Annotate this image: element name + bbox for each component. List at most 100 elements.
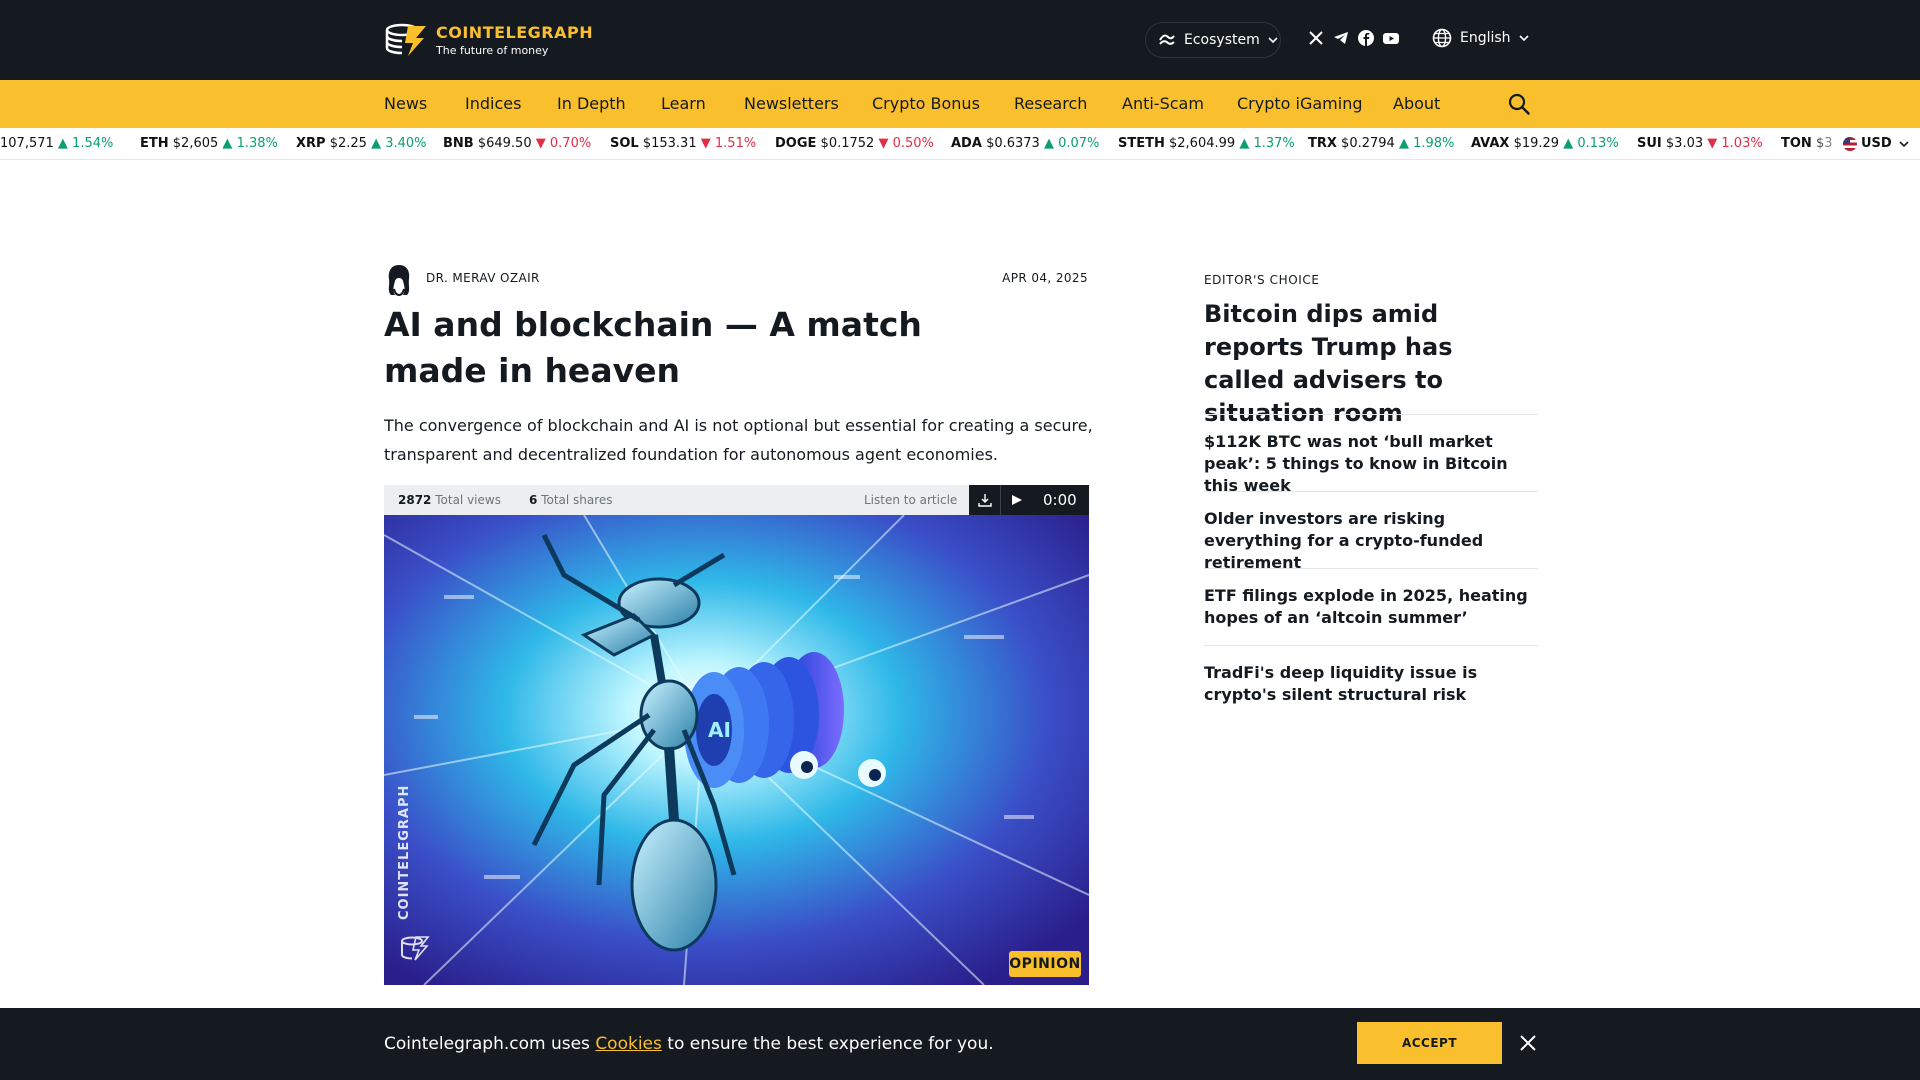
hero-illustration: AI COINTELEGRAPH: [384, 515, 1089, 985]
nav-item-learn[interactable]: Learn: [661, 94, 706, 113]
nav-item-news[interactable]: News: [384, 94, 427, 113]
ticker-symbol: BNB: [443, 136, 474, 151]
ecosystem-icon: [1159, 34, 1175, 45]
ticker-change: ▲ 3.40%: [371, 136, 427, 151]
telegram-icon[interactable]: [1333, 30, 1349, 46]
list-item[interactable]: Older investors are risking everything f…: [1204, 491, 1538, 572]
ticker-item-btc[interactable]: 107,571 ▲ 1.54%: [0, 136, 113, 151]
ticker-change: ▲ 1.38%: [222, 136, 278, 151]
x-icon[interactable]: [1308, 30, 1324, 46]
opinion-badge[interactable]: OPINION: [1009, 951, 1081, 977]
ticker-price: $153.31: [642, 136, 697, 151]
top-header: COINTELEGRAPH The future of money Ecosys…: [0, 0, 1920, 80]
ticker-item-doge[interactable]: DOGE $0.1752 ▼ 0.50%: [775, 136, 934, 151]
ticker-price: 107,571: [0, 136, 54, 151]
ticker-item-ada[interactable]: ADA $0.6373 ▲ 0.07%: [951, 136, 1099, 151]
editors-choice-list: $112K BTC was not ‘bull market peak’: 5 …: [1204, 414, 1538, 722]
price-ticker: 107,571 ▲ 1.54% ETH $2,605 ▲ 1.38% XRP $…: [0, 128, 1920, 160]
list-item[interactable]: $112K BTC was not ‘bull market peak’: 5 …: [1204, 414, 1538, 495]
article-stats-bar: 2872 Total views 6 Total shares Listen t…: [384, 485, 1089, 515]
nav-item-about[interactable]: About: [1393, 94, 1440, 113]
close-icon[interactable]: [1518, 1033, 1538, 1053]
ticker-symbol: SUI: [1637, 136, 1662, 151]
ticker-change: ▲ 1.98%: [1398, 136, 1455, 151]
nav-item-anti-scam[interactable]: Anti-Scam: [1122, 94, 1204, 113]
ticker-change: ▲ 1.37%: [1239, 136, 1295, 151]
ticker-price: $2,604.99: [1169, 136, 1236, 151]
chevron-down-icon: [1518, 35, 1529, 42]
language-label: English: [1460, 30, 1511, 46]
ecosystem-label: Ecosystem: [1184, 32, 1260, 48]
ticker-price: $649.50: [477, 136, 532, 151]
nav-item-crypto-bonus[interactable]: Crypto Bonus: [872, 94, 980, 113]
ticker-change: ▼ 1.03%: [1707, 136, 1763, 151]
cookies-link[interactable]: Cookies: [595, 1034, 662, 1054]
nav-item-newsletters[interactable]: Newsletters: [744, 94, 839, 113]
ticker-symbol: XRP: [296, 136, 326, 151]
nav-item-in-depth[interactable]: In Depth: [557, 94, 626, 113]
ticker-change: ▼ 0.50%: [878, 136, 934, 151]
ticker-price: $19.29: [1513, 136, 1560, 151]
currency-selector[interactable]: USD: [1843, 128, 1920, 159]
logo-tagline: The future of money: [436, 44, 549, 57]
play-icon[interactable]: [1001, 485, 1033, 515]
cointelegraph-logo-icon: [385, 23, 426, 56]
ticker-change: ▲ 1.54%: [57, 136, 114, 151]
ticker-item-sui[interactable]: SUI $3.03 ▼ 1.03%: [1637, 136, 1763, 151]
ticker-item-trx[interactable]: TRX $0.2794 ▲ 1.98%: [1308, 136, 1454, 151]
ticker-change: ▲ 0.13%: [1563, 136, 1619, 151]
total-views: 2872 Total views: [398, 493, 501, 507]
list-item[interactable]: ETF filings explode in 2025, heating hop…: [1204, 568, 1538, 645]
nav-item-crypto-igaming[interactable]: Crypto iGaming: [1237, 94, 1363, 113]
ticker-symbol: STETH: [1118, 136, 1165, 151]
search-icon[interactable]: [1508, 93, 1530, 115]
hero-image: AI COINTELEGRAPH: [384, 515, 1089, 985]
total-shares: 6 Total shares: [529, 493, 613, 507]
ticker-item-avax[interactable]: AVAX $19.29 ▲ 0.13%: [1471, 136, 1619, 151]
publish-date: APR 04, 2025: [1002, 271, 1088, 285]
ticker-item-sol[interactable]: SOL $153.31 ▼ 1.51%: [610, 136, 756, 151]
audio-time: 0:00: [1043, 491, 1077, 509]
download-icon[interactable]: [969, 485, 1001, 515]
ticker-symbol: AVAX: [1471, 136, 1510, 151]
ticker-symbol: TRX: [1308, 136, 1337, 151]
facebook-icon[interactable]: [1358, 30, 1374, 46]
nav-item-research[interactable]: Research: [1014, 94, 1087, 113]
globe-icon: [1432, 28, 1452, 48]
ticker-price: $0.6373: [986, 136, 1040, 151]
ticker-symbol: SOL: [610, 136, 639, 151]
ticker-price: $2,605: [172, 136, 219, 151]
cookie-message: Cointelegraph.com uses Cookies to ensure…: [384, 1034, 994, 1054]
ticker-symbol: ETH: [140, 136, 169, 151]
logo-name: COINTELEGRAPH: [436, 23, 594, 42]
ticker-change: ▼ 0.70%: [535, 136, 592, 151]
ticker-item-steth[interactable]: STETH $2,604.99 ▲ 1.37%: [1118, 136, 1295, 151]
ticker-price: $0.2794: [1341, 136, 1395, 151]
article-lead: The convergence of blockchain and AI is …: [384, 416, 1093, 464]
ticker-price: $2.25: [329, 136, 367, 151]
ticker-change: ▼ 1.51%: [700, 136, 757, 151]
nav-item-indices[interactable]: Indices: [465, 94, 521, 113]
ecosystem-dropdown[interactable]: Ecosystem: [1145, 22, 1281, 58]
ticker-change: ▲ 0.07%: [1043, 136, 1100, 151]
ticker-item-bnb[interactable]: BNB $649.50 ▼ 0.70%: [443, 136, 591, 151]
ticker-symbol: ADA: [951, 136, 982, 151]
chevron-down-icon: [1268, 37, 1278, 44]
language-selector[interactable]: English: [1432, 28, 1529, 48]
site-logo[interactable]: COINTELEGRAPH The future of money: [384, 18, 593, 62]
chevron-down-icon: [1899, 140, 1909, 147]
ticker-item-eth[interactable]: ETH $2,605 ▲ 1.38%: [140, 136, 278, 151]
author-name[interactable]: DR. MERAV OZAIR: [426, 271, 540, 285]
youtube-icon[interactable]: [1383, 30, 1399, 46]
us-flag-icon: [1843, 136, 1857, 151]
featured-story-link[interactable]: Bitcoin dips amid reports Trump has call…: [1204, 298, 1534, 430]
author-avatar[interactable]: [384, 263, 414, 297]
ticker-item-xrp[interactable]: XRP $2.25 ▲ 3.40%: [296, 136, 427, 151]
editors-choice-label: EDITOR'S CHOICE: [1204, 273, 1320, 287]
article-title: AI and blockchain — A match made in heav…: [384, 305, 922, 390]
accept-cookies-button[interactable]: ACCEPT: [1357, 1022, 1502, 1064]
svg-text:AI: AI: [708, 718, 731, 742]
ticker-price: $3.03: [1665, 136, 1704, 151]
list-item[interactable]: TradFi's deep liquidity issue is crypto'…: [1204, 645, 1538, 722]
ticker-symbol: DOGE: [775, 136, 817, 151]
